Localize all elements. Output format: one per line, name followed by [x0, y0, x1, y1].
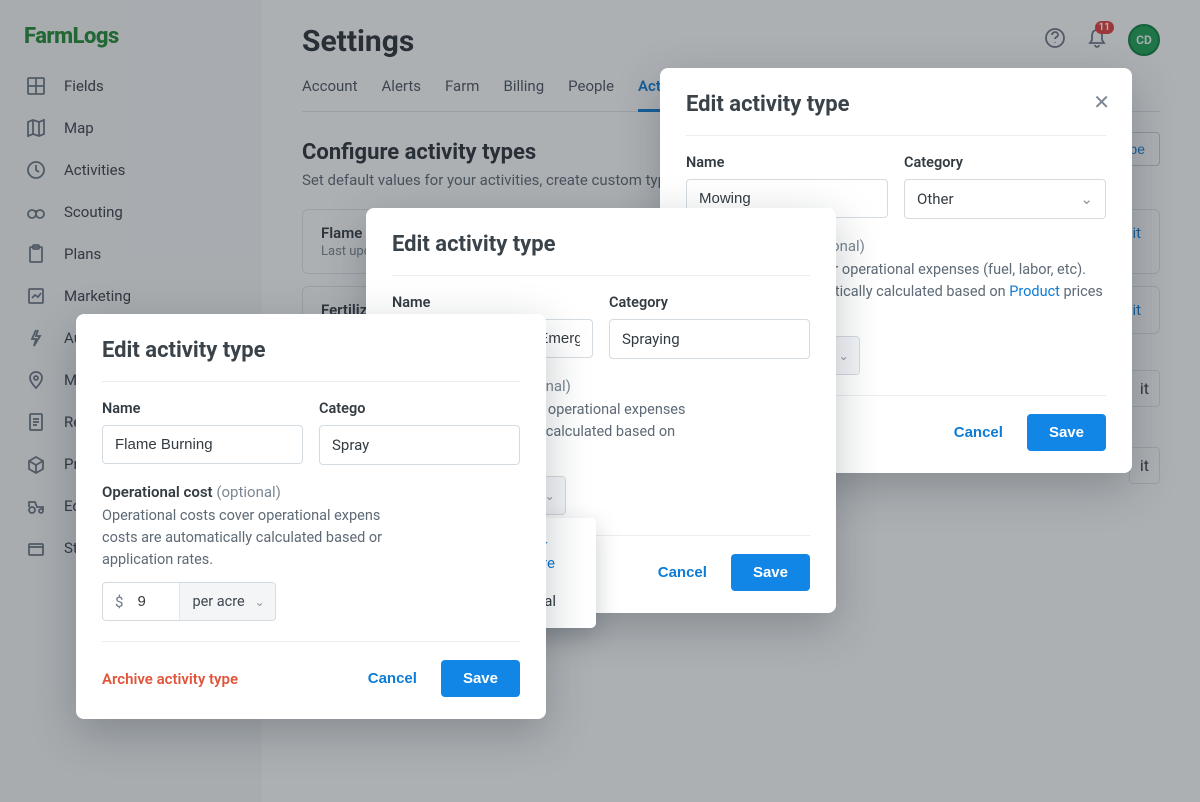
- save-button[interactable]: Save: [731, 554, 810, 591]
- category-value: Other: [917, 190, 954, 208]
- close-icon[interactable]: ✕: [1093, 90, 1110, 114]
- category-select[interactable]: Spray: [319, 425, 520, 465]
- category-select[interactable]: Spraying: [609, 319, 810, 359]
- chevron-down-icon: ⌄: [839, 349, 849, 363]
- cost-input[interactable]: [133, 583, 179, 620]
- category-value: Spraying: [622, 330, 680, 348]
- category-label: Category: [609, 294, 810, 311]
- category-label: Catego: [319, 400, 520, 417]
- category-select[interactable]: Other ⌄: [904, 179, 1106, 219]
- chevron-down-icon: ⌄: [545, 489, 555, 503]
- operational-cost-heading: Operational cost (optional): [102, 483, 520, 501]
- cancel-button[interactable]: Cancel: [646, 554, 719, 591]
- name-label: Name: [392, 294, 593, 311]
- modal-title: Edit activity type: [686, 92, 1106, 117]
- operational-cost-description: Operational costs cover operational expe…: [102, 505, 520, 570]
- currency-symbol: $: [103, 593, 133, 611]
- save-button[interactable]: Save: [1027, 414, 1106, 451]
- name-label: Name: [102, 400, 303, 417]
- edit-activity-modal-a: Edit activity type Name Catego Spray Ope…: [76, 314, 546, 719]
- cost-unit-select[interactable]: per acre ⌄: [179, 583, 274, 620]
- name-input[interactable]: [102, 425, 303, 464]
- category-label: Category: [904, 154, 1106, 171]
- product-link[interactable]: Product: [1009, 283, 1060, 300]
- category-value: Spray: [332, 436, 369, 454]
- chevron-down-icon: ⌄: [1080, 190, 1093, 208]
- modal-title: Edit activity type: [102, 338, 520, 363]
- cost-unit-value: per acre: [192, 593, 244, 610]
- modal-title: Edit activity type: [392, 232, 810, 257]
- cancel-button[interactable]: Cancel: [942, 414, 1015, 451]
- chevron-down-icon: ⌄: [255, 595, 265, 609]
- save-button[interactable]: Save: [441, 660, 520, 697]
- cancel-button[interactable]: Cancel: [356, 660, 429, 697]
- archive-link[interactable]: Archive activity type: [102, 670, 238, 688]
- name-label: Name: [686, 154, 888, 171]
